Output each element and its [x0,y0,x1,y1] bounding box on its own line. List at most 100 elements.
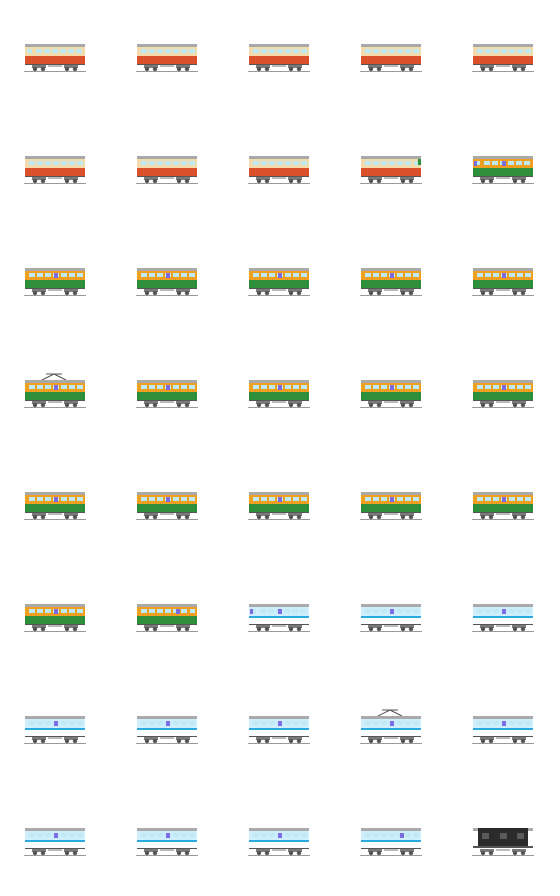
sticker-blue-middle-car[interactable] [360,596,422,638]
sticker-express-middle-car[interactable] [136,148,198,190]
rail [24,295,86,296]
wheel [408,66,414,72]
sticker-blue-middle-car[interactable] [248,708,310,750]
sticker-blue-middle-car[interactable] [24,708,86,750]
car-door [400,833,404,838]
sticker-blue-motor-car[interactable] [360,708,422,750]
car-frame [473,846,533,848]
car-window [181,385,187,389]
car-door [278,833,282,838]
sticker-blue-cab-car[interactable] [248,596,310,638]
underfloor [384,401,398,403]
sticker-shonan-middle-car[interactable] [24,596,86,638]
sticker-express-middle-car[interactable] [248,148,310,190]
sticker-shonan-middle-car[interactable] [136,484,198,526]
wheel [144,738,150,744]
sticker-shonan-middle-car[interactable] [24,260,86,302]
sticker-express-cab-car[interactable] [360,148,422,190]
sticker-blue-middle-car[interactable] [24,820,86,862]
wheel [256,402,262,408]
wheel [152,402,158,408]
sticker-shonan-middle-car[interactable] [360,484,422,526]
rail [472,183,534,184]
sticker-blue-middle-car[interactable] [136,820,198,862]
car-window [365,273,371,277]
shonan-middle-car-icon [360,268,422,296]
car-window [253,49,259,53]
car-frame [25,176,85,177]
shonan-middle-car-icon [360,492,422,520]
car-window [261,497,267,501]
car-window [389,49,395,53]
sticker-shonan-middle-car[interactable] [248,484,310,526]
car-roof [361,492,421,495]
wheel [288,626,294,632]
car-window [477,49,483,53]
car-stripe [137,56,197,58]
car-window [149,385,155,389]
car-frame [473,64,533,65]
sticker-shonan-motor-car[interactable] [24,372,86,414]
rail [248,183,310,184]
car-frame [137,848,197,849]
wheel [296,626,302,632]
car-window [141,609,147,613]
blue-middle-car-icon [248,716,310,744]
car-body-lower [361,392,421,400]
sticker-shonan-middle-car[interactable] [24,484,86,526]
car-window [37,609,43,613]
car-roof [473,716,533,719]
sticker-express-middle-car[interactable] [472,36,534,78]
sticker-express-middle-car[interactable] [248,36,310,78]
sticker-shonan-cab-car[interactable] [136,596,198,638]
car-body-lower [361,504,421,512]
sticker-blue-middle-car[interactable] [472,708,534,750]
sticker-express-middle-car[interactable] [136,36,198,78]
underfloor [496,65,510,67]
sticker-express-cab-car[interactable] [24,36,86,78]
wheel [32,290,38,296]
sticker-shonan-middle-car[interactable] [136,372,198,414]
sticker-express-middle-car[interactable] [360,36,422,78]
sticker-shonan-middle-car[interactable] [248,372,310,414]
sticker-blue-cab-car[interactable] [360,820,422,862]
car-roof [249,492,309,495]
wheel [176,178,182,184]
car-frame [137,400,197,401]
sticker-blue-middle-car[interactable] [472,596,534,638]
blue-middle-car-icon [136,828,198,856]
car-window [261,721,267,725]
car-window [405,721,411,725]
sticker-express-middle-car[interactable] [24,148,86,190]
shonan-motor-car-icon [24,373,86,408]
sticker-shonan-middle-car[interactable] [360,260,422,302]
sticker-shonan-cab-car[interactable] [472,148,534,190]
car-window [301,49,307,53]
car-window [69,721,75,725]
car-frame [137,736,197,737]
sticker-blue-middle-car[interactable] [248,820,310,862]
sticker-shonan-middle-car[interactable] [136,260,198,302]
car-window [181,833,187,837]
car-roof [361,44,421,47]
sticker-shonan-middle-car[interactable] [472,372,534,414]
sticker-shonan-middle-car[interactable] [472,260,534,302]
sticker-blue-middle-car[interactable] [136,708,198,750]
sticker-shonan-middle-car[interactable] [472,484,534,526]
car-window [45,721,51,725]
black-freight-car-icon [472,828,534,856]
car-roof [473,44,533,47]
underfloor [272,65,286,67]
wheel [32,66,38,72]
car-stripe [25,728,85,730]
blue-middle-car-icon [24,716,86,744]
sticker-shonan-middle-car[interactable] [248,260,310,302]
sticker-black-freight-car[interactable] [472,820,534,862]
wheel [376,738,382,744]
car-window [493,49,499,53]
car-window [61,721,67,725]
car-roof [25,716,85,719]
wheel [520,738,526,744]
car-window [293,385,299,389]
sticker-shonan-middle-car[interactable] [360,372,422,414]
